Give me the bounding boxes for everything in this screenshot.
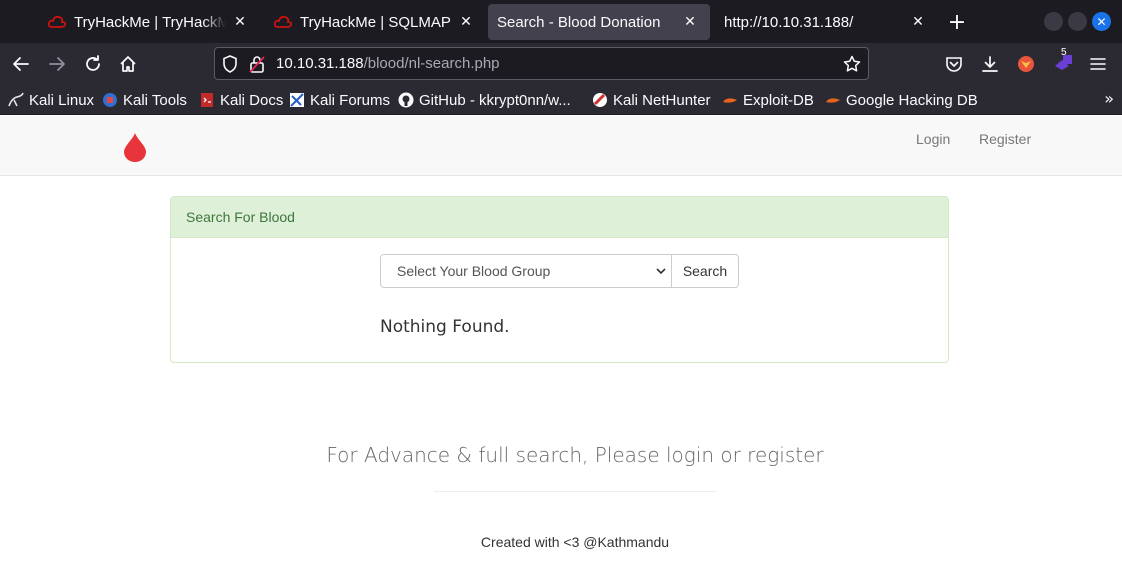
search-result-text: Nothing Found. [380, 317, 510, 337]
bookmark-exploit-db[interactable]: Exploit-DB [722, 90, 814, 110]
kali-forums-icon [289, 92, 305, 108]
more-bookmarks-chevron-icon[interactable]: » [1104, 89, 1114, 108]
pocket-icon[interactable] [941, 51, 967, 77]
close-window-button[interactable]: ✕ [1092, 12, 1111, 31]
bookmark-kali-linux[interactable]: Kali Linux [8, 90, 94, 110]
footer-text: Created with <3 @Kathmandu [480, 534, 670, 550]
insecure-lock-icon[interactable] [248, 55, 266, 73]
bookmark-kali-docs[interactable]: Kali Docs [199, 90, 283, 110]
nethunter-icon [592, 92, 608, 108]
tab-tryhackme-sqlmap[interactable]: TryHackMe | SQLMAP ✕ [262, 4, 486, 40]
back-arrow-icon[interactable] [8, 51, 34, 77]
minimize-window-button[interactable] [1044, 12, 1063, 31]
new-tab-plus-icon[interactable]: + [944, 9, 970, 35]
url-path: /blood/nl-search.php [363, 55, 500, 72]
kali-docs-icon [199, 92, 215, 108]
tab-title: TryHackMe | SQLMAP [300, 13, 451, 31]
blood-drop-logo-icon[interactable] [122, 132, 148, 162]
search-panel: Search For Blood Select Your Blood Group… [170, 196, 949, 363]
maximize-window-button[interactable] [1068, 12, 1087, 31]
tab-title: Search - Blood Donation [497, 13, 661, 31]
exploit-db-icon [722, 92, 738, 108]
site-navbar: Login Register [0, 116, 1122, 176]
bookmark-kali-nethunter[interactable]: Kali NetHunter [592, 90, 711, 110]
tab-tryhackme-1[interactable]: TryHackMe | TryHackMe | ✕ [36, 4, 260, 40]
tab-strip: TryHackMe | TryHackMe | ✕ TryHackMe | SQ… [0, 0, 1122, 43]
close-tab-icon[interactable]: ✕ [680, 12, 700, 32]
tryhackme-cloud-icon [48, 13, 66, 31]
bookmark-star-icon[interactable] [843, 55, 861, 73]
divider [434, 491, 717, 492]
address-bar[interactable]: 10.10.31.188/blood/nl-search.php [214, 47, 869, 80]
login-link[interactable]: Login [916, 131, 950, 147]
close-tab-icon[interactable]: ✕ [908, 12, 928, 32]
close-tab-icon[interactable]: ✕ [456, 12, 476, 32]
home-icon[interactable] [115, 51, 141, 77]
url-text[interactable]: 10.10.31.188/blood/nl-search.php [276, 55, 500, 72]
advance-search-notice: For Advance & full search, Please login … [326, 443, 824, 467]
search-button[interactable]: Search [671, 254, 739, 288]
downloads-icon[interactable] [977, 51, 1003, 77]
bookmark-label: Kali Tools [123, 91, 187, 109]
web-page: Login Register Search For Blood Select Y… [0, 116, 1122, 585]
bookmark-kali-forums[interactable]: Kali Forums [289, 90, 390, 110]
bookmark-label: Kali Docs [220, 91, 284, 109]
extension-fox-icon[interactable] [1013, 51, 1039, 77]
tab-ip-address[interactable]: http://10.10.31.188/ ✕ [712, 4, 938, 40]
reload-icon[interactable] [80, 51, 106, 77]
bookmark-kali-tools[interactable]: Kali Tools [102, 90, 187, 110]
bookmarks-toolbar: Kali Linux Kali Tools Kali Docs Kali For… [0, 85, 1122, 115]
kali-dragon-icon [8, 92, 24, 108]
bookmark-google-hacking-db[interactable]: Google Hacking DB [825, 90, 978, 110]
tryhackme-cloud-icon [274, 13, 292, 31]
kali-tools-icon [102, 92, 118, 108]
extension-hat-icon[interactable]: 5 [1049, 47, 1075, 77]
blood-group-select[interactable]: Select Your Blood Group [380, 254, 672, 288]
url-host: 10.10.31.188 [276, 55, 364, 72]
bookmark-label: Kali NetHunter [613, 91, 711, 109]
register-link[interactable]: Register [979, 131, 1031, 147]
bookmark-label: Google Hacking DB [846, 91, 978, 109]
bookmark-label: Exploit-DB [743, 91, 814, 109]
select-placeholder: Select Your Blood Group [397, 263, 551, 279]
navigation-toolbar: 10.10.31.188/blood/nl-search.php 5 [0, 43, 1122, 85]
forward-arrow-icon[interactable] [44, 51, 70, 77]
tab-search-blood-donation[interactable]: Search - Blood Donation ✕ [488, 4, 710, 40]
hamburger-menu-icon[interactable] [1085, 51, 1111, 77]
extension-badge: 5 [1061, 47, 1067, 58]
panel-heading: Search For Blood [171, 197, 948, 238]
ghdb-icon [825, 92, 841, 108]
bookmark-label: Kali Linux [29, 91, 95, 109]
close-tab-icon[interactable]: ✕ [230, 12, 250, 32]
chevron-down-icon [655, 264, 667, 278]
tab-title: http://10.10.31.188/ [724, 13, 854, 31]
github-icon [398, 92, 414, 108]
tracking-shield-icon[interactable] [221, 55, 239, 73]
bookmark-label: Kali Forums [310, 91, 391, 109]
bookmark-github[interactable]: GitHub - kkrypt0nn/w... [398, 90, 571, 110]
bookmark-label: GitHub - kkrypt0nn/w... [419, 91, 571, 109]
tab-title: TryHackMe | TryHackMe | [74, 13, 226, 31]
